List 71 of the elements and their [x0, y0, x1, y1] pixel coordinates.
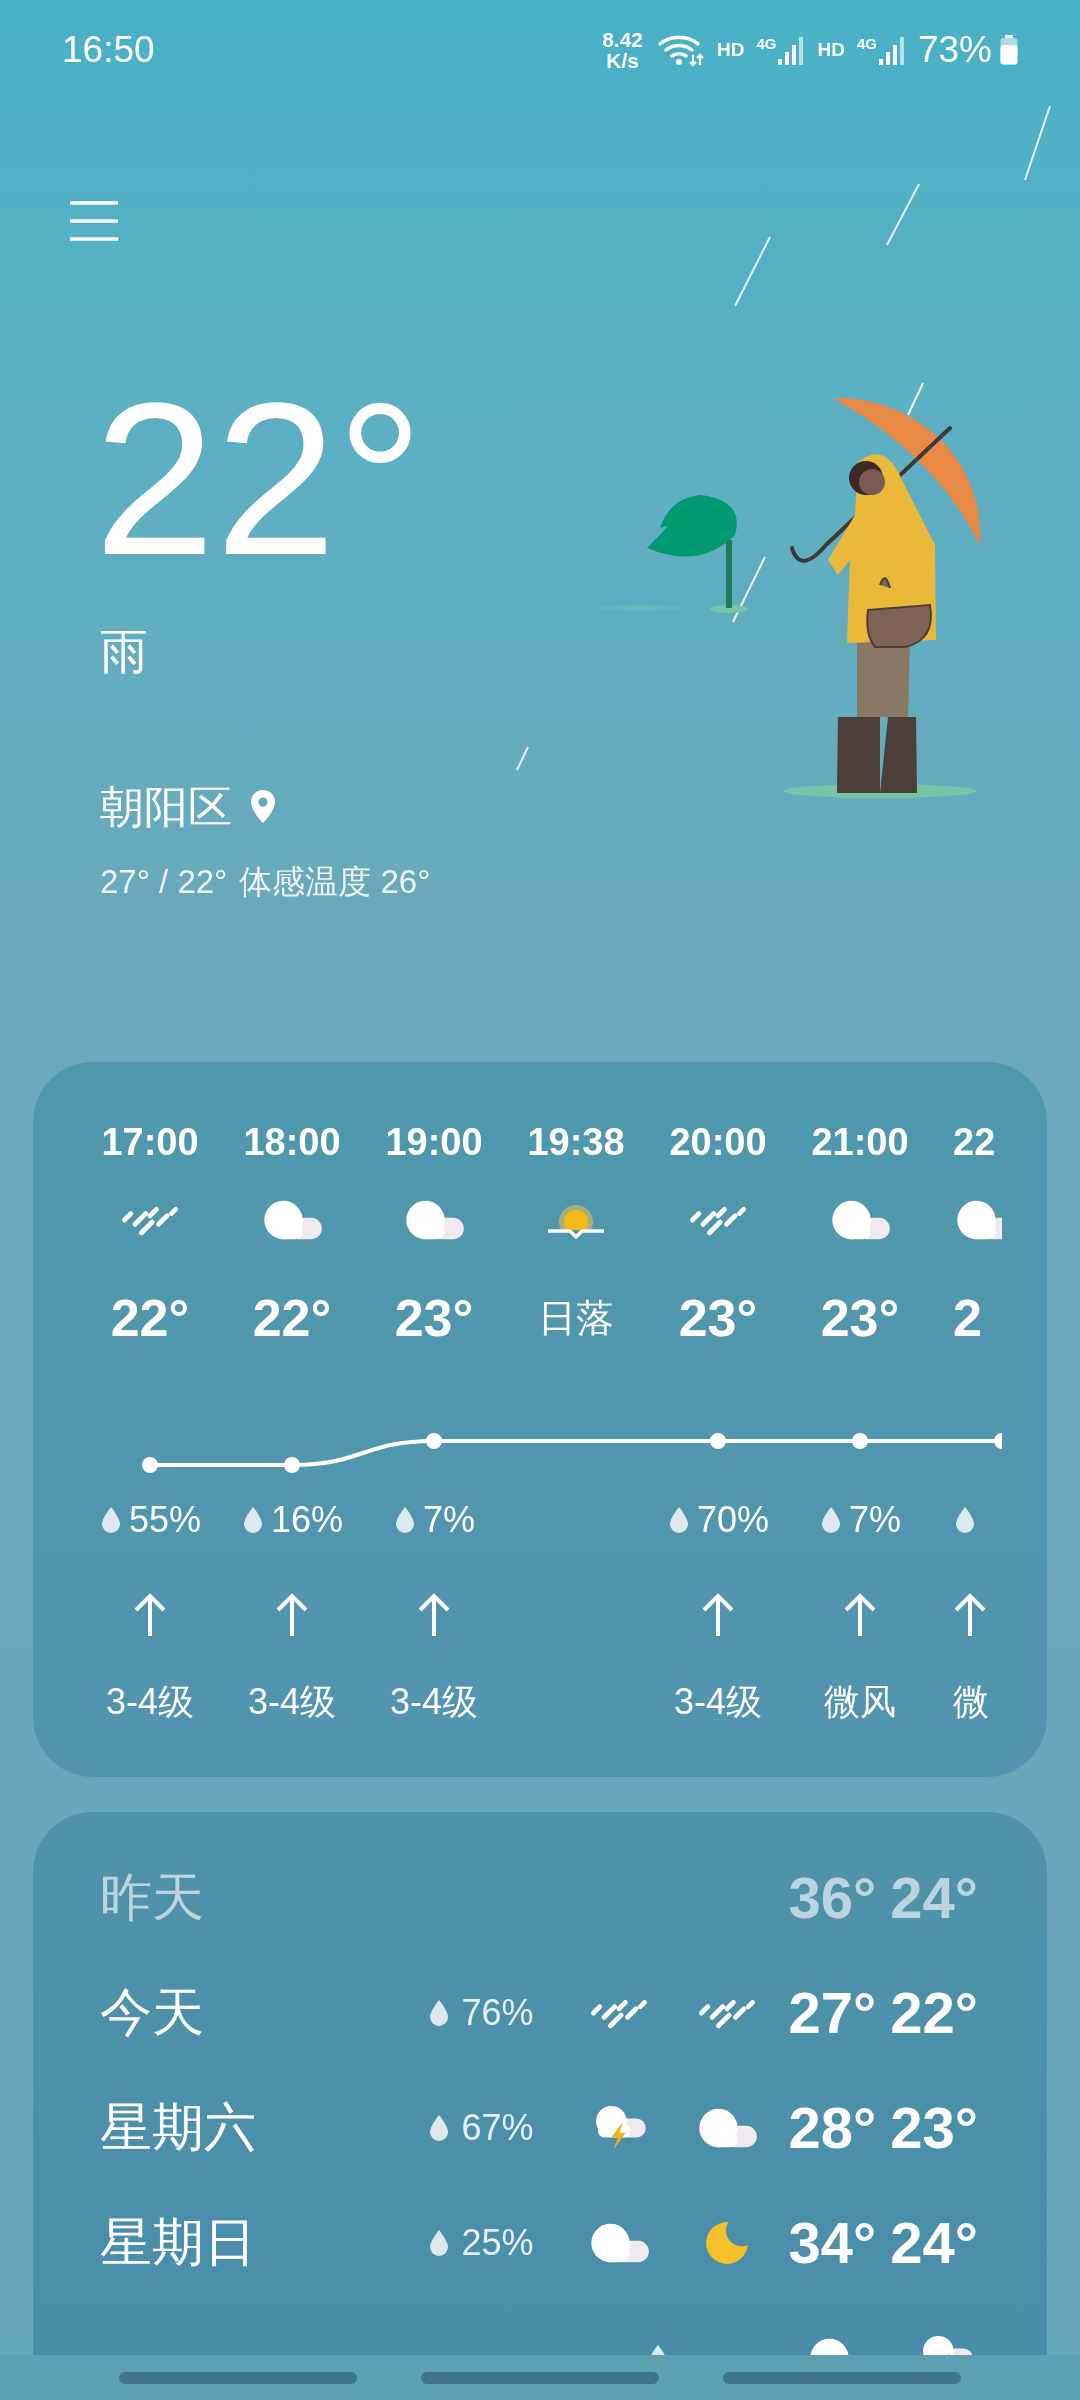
network-speed: K/s: [606, 50, 639, 71]
network-type-label: 4G: [756, 35, 777, 52]
high-temperature: 27°: [788, 1979, 877, 2046]
battery-icon: [1000, 35, 1018, 65]
raindrop-icon: [393, 1505, 417, 1535]
wind-level: 微风: [824, 1680, 896, 1724]
arrow-up-icon: [843, 1593, 877, 1637]
page-indicator[interactable]: [723, 2371, 961, 2384]
hd-label: HD: [817, 39, 845, 61]
hourly-temperature: 23°: [678, 1288, 758, 1348]
arrow-up-icon: [417, 1593, 451, 1637]
hd-label: HD: [717, 39, 745, 61]
high-temperature: 36°: [788, 1864, 877, 1931]
hour-time: 21:00: [811, 1120, 909, 1164]
low-temperature: 23°: [890, 2094, 978, 2161]
day-name: 星期日: [100, 2212, 256, 2271]
network-speed: 8.42: [602, 29, 643, 50]
hour-time: 18:00: [243, 1120, 341, 1164]
menu-icon[interactable]: [70, 200, 118, 242]
precipitation-chance: 55%: [128, 1499, 202, 1541]
hourly-temperature: 23°: [394, 1288, 474, 1348]
arrow-up-icon: [275, 1593, 309, 1637]
low-temperature: 22°: [890, 1979, 978, 2046]
high-temperature: 34°: [788, 2209, 877, 2276]
current-temperature: 22°: [94, 370, 424, 588]
precipitation-chance: 7%: [423, 1499, 475, 1541]
wind-level: 3-4级: [248, 1680, 336, 1724]
arrow-up-icon: [701, 1593, 735, 1637]
hour-time: 19:00: [385, 1120, 483, 1164]
precipitation-chance: 67%: [461, 2106, 534, 2148]
location-pin-icon: [250, 789, 276, 825]
battery-percent: 73%: [917, 29, 992, 71]
precipitation-chance: 25%: [461, 2221, 534, 2263]
page-indicator[interactable]: [119, 2371, 357, 2384]
signal-icon: [777, 35, 806, 65]
hour-time: 22: [953, 1120, 996, 1164]
wifi-icon: [657, 33, 705, 67]
wind-level: 3-4级: [106, 1680, 194, 1724]
hour-time: 17:00: [101, 1120, 199, 1164]
arrow-up-icon: [953, 1593, 987, 1637]
hour-time: 20:00: [669, 1120, 767, 1164]
low-temperature: 24°: [890, 1864, 978, 1931]
wind-level: 微: [953, 1680, 989, 1724]
sunset-label: 日落: [538, 1295, 614, 1341]
clock-time: 16:50: [62, 29, 155, 71]
high-temperature: 28°: [788, 2094, 877, 2161]
feels-like-temperature: 体感温度 26°: [239, 862, 431, 902]
hourly-temperature: 2: [953, 1288, 982, 1348]
precipitation-chance: 7%: [849, 1499, 901, 1541]
raindrop-icon: [819, 1505, 843, 1535]
hourly-temperature: 23°: [820, 1288, 900, 1348]
hourly-temperature: 22°: [110, 1288, 190, 1348]
signal-icon: [877, 35, 906, 65]
hourly-temperature: 22°: [252, 1288, 332, 1348]
wind-level: 3-4级: [674, 1680, 762, 1724]
precipitation-chance: 70%: [696, 1499, 770, 1541]
arrow-up-icon: [133, 1593, 167, 1637]
low-temperature: 24°: [890, 2209, 978, 2276]
precipitation-chance: 76%: [461, 1991, 534, 2033]
precipitation-chance: 16%: [270, 1499, 344, 1541]
day-name: 昨天: [100, 1867, 204, 1926]
weather-condition: 雨: [100, 624, 148, 680]
day-name: 今天: [100, 1982, 204, 2041]
temperature-range: 27° / 22°: [100, 862, 228, 902]
day-name: 星期六: [100, 2097, 256, 2156]
raindrop-icon: [953, 1505, 977, 1535]
wind-level: 3-4级: [390, 1680, 478, 1724]
location-name: 朝阳区: [100, 780, 232, 833]
hour-time: 19:38: [527, 1120, 625, 1164]
page-indicator[interactable]: [421, 2371, 659, 2384]
network-type-label: 4G: [856, 35, 877, 52]
